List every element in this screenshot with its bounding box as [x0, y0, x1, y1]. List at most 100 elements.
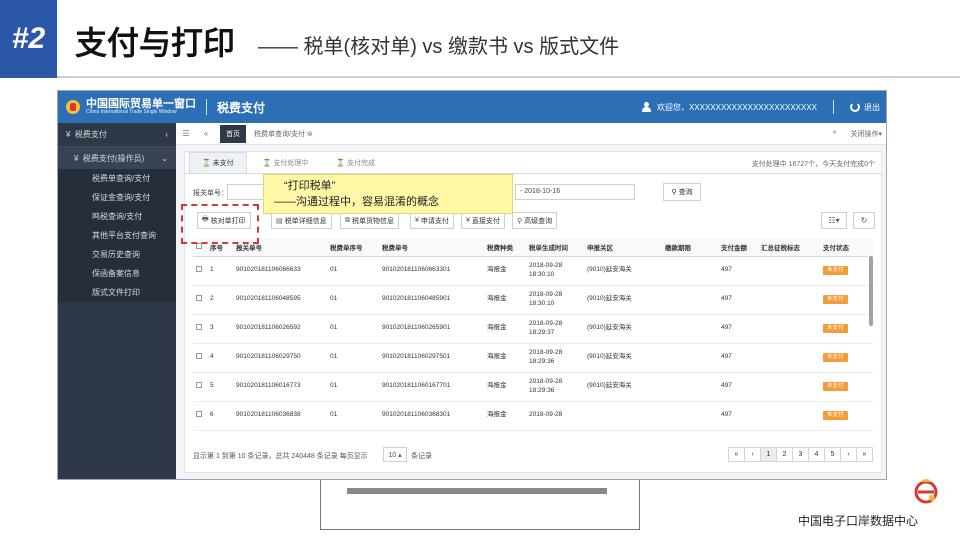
sidebar-item-tax-bill-query[interactable]: 税费单查询/支付: [58, 169, 176, 188]
page-last[interactable]: »: [856, 447, 873, 462]
page-4[interactable]: 4: [808, 447, 825, 462]
tax-bill-goods-button[interactable]: ⧉ 税单货物信息: [340, 212, 399, 229]
slide-number-badge: #2: [0, 0, 57, 78]
page-size-suffix: 条记录: [411, 453, 432, 460]
row-checkbox[interactable]: [196, 294, 202, 301]
table-cell: 9010201811060167701: [379, 372, 484, 402]
date-range-field[interactable]: - 2018-10-16: [515, 184, 635, 200]
page-first[interactable]: «: [728, 447, 745, 462]
page-1[interactable]: 1: [760, 447, 777, 462]
hourglass-icon: ⌛: [336, 160, 348, 167]
row-checkbox-cell[interactable]: [193, 401, 207, 431]
table-scrollbar[interactable]: [869, 256, 873, 326]
sidebar-sub-operator[interactable]: ¥ 税费支付(操作员) ⌄: [58, 147, 176, 169]
row-checkbox[interactable]: [196, 323, 202, 330]
page-5[interactable]: 5: [824, 447, 841, 462]
apply-payment-button[interactable]: ¥ 申请支付: [410, 212, 454, 229]
advanced-query-button[interactable]: ⚲ 高级查询: [512, 212, 558, 229]
table-cell: [662, 401, 718, 431]
row-checkbox[interactable]: [196, 265, 202, 272]
tab-processing[interactable]: ⌛ 支付处理中: [251, 153, 321, 173]
goods-icon: ⧉: [345, 216, 350, 224]
close-operations-menu[interactable]: 关闭操作▾: [850, 129, 882, 139]
table-cell: [662, 314, 718, 344]
tax-bill-goods-label: 税单货物信息: [352, 217, 394, 225]
table-cell: [758, 285, 820, 315]
tab-home[interactable]: 首页: [220, 124, 246, 143]
sidebar-item-deposit-query[interactable]: 保证金查询/支付: [58, 188, 176, 207]
sidebar-item-guarantee-filing[interactable]: 保函备案信息: [58, 264, 176, 283]
table-cell: 01: [327, 372, 379, 402]
power-icon[interactable]: [850, 102, 860, 112]
table-cell: 497: [718, 343, 758, 373]
table-cell: 01: [327, 314, 379, 344]
sidebar-item-other-platform[interactable]: 其他平台支付查询: [58, 226, 176, 245]
table-cell: 2018-09-28: [526, 401, 584, 431]
brand-footer: 中国电子口岸数据中心: [798, 474, 948, 534]
row-checkbox[interactable]: [196, 381, 202, 388]
sidebar-item-transaction-history[interactable]: 交易历史查询: [58, 245, 176, 264]
logout-link[interactable]: 退出: [864, 102, 880, 113]
table-cell: 9010201811060297501: [379, 343, 484, 373]
query-button[interactable]: ⚲ 查询: [663, 183, 701, 201]
query-button-label: 查询: [678, 189, 693, 196]
table-cell: 海报金: [484, 343, 526, 373]
table-row[interactable]: 5 901020181106016773 01 9010201811060167701…: [193, 372, 873, 402]
table-tools: ☷▾ ↻: [821, 212, 875, 229]
hourglass-icon: ⌛: [262, 160, 274, 167]
table-row[interactable]: 4 901020181106029750 01 9010201811060297501…: [193, 343, 873, 373]
tab-tax-bill-query[interactable]: 税费单查询/支付 ⊗: [246, 125, 321, 143]
table-row[interactable]: 6 901020181106036838 01 9010201811060368301…: [193, 401, 873, 431]
tab-scroll-left-icon[interactable]: «: [196, 129, 216, 138]
pagination: « ‹ 1 2 3 4 5 › »: [728, 447, 873, 462]
row-checkbox[interactable]: [196, 352, 202, 359]
tax-bill-table: 序号 报关单号 税费单序号 税费单号 税费种类 税单生成时间 申报关区 缴款期限…: [193, 238, 873, 438]
chevron-down-icon: ⌄: [161, 153, 168, 163]
row-checkbox-cell[interactable]: [193, 343, 207, 373]
declaration-no-label: 报关单号：: [193, 190, 228, 197]
menu-toggle-icon[interactable]: ☰: [176, 129, 196, 138]
module-title: 税费支付: [217, 100, 266, 115]
tax-bill-detail-button[interactable]: ▤ 税单详细信息: [271, 212, 332, 229]
sidebar-group-tax-payment[interactable]: ¥ 税费支付 ‹: [58, 123, 176, 147]
table-cell: 497: [718, 256, 758, 286]
app-logo[interactable]: 中国国际贸易单一窗口 China International Trade Sin…: [86, 98, 196, 116]
table-row[interactable]: 3 901020181106026592 01 9010201811060265901…: [193, 314, 873, 344]
direct-payment-label: 直接支付: [471, 217, 500, 225]
user-icon: [641, 102, 651, 112]
sidebar-item-tax-query[interactable]: 鸣税查询/支付: [58, 207, 176, 226]
brand-text: 中国电子口岸数据中心: [798, 514, 919, 528]
row-checkbox-cell[interactable]: [193, 256, 207, 286]
row-checkbox[interactable]: [196, 410, 202, 417]
tab-completed[interactable]: ⌛ 支付完成: [324, 153, 387, 173]
table-cell: 海报金: [484, 285, 526, 315]
page-prev[interactable]: ‹: [744, 447, 761, 462]
sidebar: ¥ 税费支付 ‹ ¥ 税费支付(操作员) ⌄ 税费单查询/支付 保证金查询/支付…: [58, 123, 176, 479]
tab-unpaid[interactable]: ⌛ 未支付: [189, 152, 247, 173]
page-size-select[interactable]: 10 ▴: [383, 447, 407, 462]
tab-unpaid-label: 未支付: [212, 160, 234, 167]
page-next[interactable]: ›: [840, 447, 857, 462]
hourglass-icon: ⌛: [202, 160, 213, 167]
sidebar-item-layout-file-print[interactable]: 版式文件打印: [58, 283, 176, 302]
row-checkbox-cell[interactable]: [193, 285, 207, 315]
yen-icon: ¥: [415, 217, 419, 224]
welcome-text: 欢迎您，: [656, 102, 689, 112]
tab-scroll-right-icon[interactable]: »: [833, 129, 837, 139]
row-checkbox-cell[interactable]: [193, 372, 207, 402]
table-cell: 未支付: [820, 343, 873, 373]
table-row[interactable]: 1 901020181106066633 01 9010201811060663301…: [193, 256, 873, 286]
row-checkbox-cell[interactable]: [193, 314, 207, 344]
tab-close-icon[interactable]: ⊗: [307, 131, 313, 138]
refresh-icon[interactable]: ↻: [853, 212, 875, 229]
table-row[interactable]: 2 901020181106048595 01 9010201811060485901…: [193, 285, 873, 315]
status-summary: 支付处理中 16727个，今天支付完成0个: [751, 161, 875, 168]
direct-payment-button[interactable]: ¥ 直接支付: [461, 212, 505, 229]
columns-toggle-icon[interactable]: ☷▾: [821, 212, 847, 229]
page-3[interactable]: 3: [792, 447, 809, 462]
page-2[interactable]: 2: [776, 447, 793, 462]
col-header: 支付金额: [718, 238, 758, 257]
table-cell: [758, 343, 820, 373]
table-cell: 901020181106016773: [233, 372, 327, 402]
table-cell: 未支付: [820, 285, 873, 315]
